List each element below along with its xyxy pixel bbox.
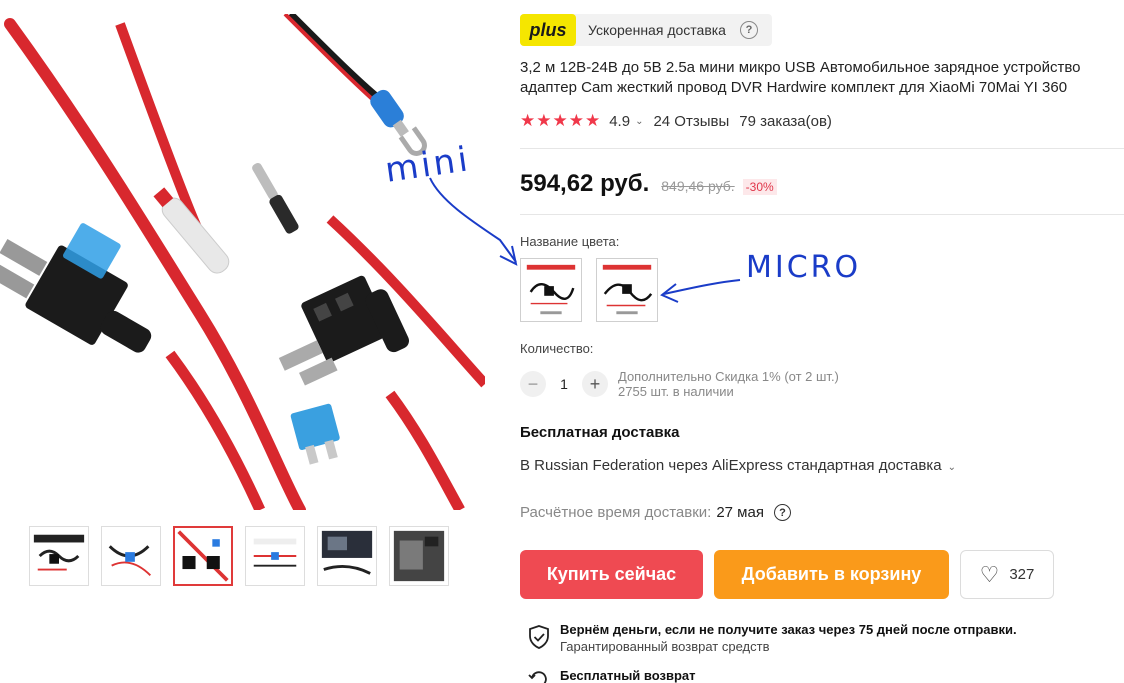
thumbnail-strip [29, 526, 449, 586]
return-icon [528, 671, 547, 683]
quantity-decrease-button[interactable]: − [520, 371, 546, 397]
rating-stars-icon: ★★★★★ [520, 111, 602, 130]
thumbnail-6[interactable] [389, 526, 449, 586]
thumbnail-1[interactable] [29, 526, 89, 586]
orders-count: 79 заказа(ов) [739, 112, 832, 130]
quantity-stepper: − 1 + Дополнительно Скидка 1% (от 2 шт.)… [520, 369, 839, 399]
shipping-method-text: В Russian Federation через AliExpress ст… [520, 457, 942, 474]
buyer-protection: Вернём деньги, если не получите заказ че… [528, 622, 1017, 654]
annotation-micro-text: MICRO [746, 250, 862, 285]
rating-row: ★★★★★ 4.9 ⌄ 24 Отзывы 79 заказа(ов) [520, 111, 832, 131]
plus-banner[interactable]: plus Ускоренная доставка ? [520, 14, 772, 46]
product-title: 3,2 м 12В-24В до 5В 2.5a мини микро USB … [520, 59, 1081, 96]
thumbnail-5[interactable] [317, 526, 377, 586]
thumbnail-2[interactable] [101, 526, 161, 586]
divider [520, 148, 1124, 149]
old-price: 849,46 руб. [661, 178, 735, 194]
bulk-discount-note: Дополнительно Скидка 1% (от 2 шт.) [618, 369, 839, 384]
chevron-down-icon[interactable]: ⌄ [635, 116, 643, 127]
product-info: plus Ускоренная доставка ? 3,2 м 12В-24В… [520, 0, 1124, 683]
stock-note: 2755 шт. в наличии [618, 384, 734, 399]
shipping-method[interactable]: В Russian Federation через AliExpress ст… [520, 457, 956, 474]
chevron-down-icon: ⌄ [947, 462, 956, 473]
quantity-notes: Дополнительно Скидка 1% (от 2 шт.) 2755 … [618, 369, 839, 399]
add-to-cart-button[interactable]: Добавить в корзину [714, 550, 949, 599]
wishlist-button[interactable]: ♡ 327 [960, 550, 1054, 599]
help-icon[interactable]: ? [739, 21, 758, 39]
price-row: 594,62 руб. 849,46 руб. -30% [520, 170, 777, 198]
color-label: Название цвета: [520, 234, 620, 249]
delivery-estimate: Расчётное время доставки: 27 мая ? [520, 504, 791, 521]
eta-label: Расчётное время доставки: [520, 504, 712, 521]
color-option-mini[interactable] [520, 258, 582, 322]
plus-delivery-text: Ускоренная доставка [588, 22, 726, 38]
free-return-title: Бесплатный возврат [560, 668, 696, 683]
reviews-link[interactable]: 24 Отзывы [653, 113, 729, 130]
guarantee-subtitle: Гарантированный возврат средств [560, 639, 770, 654]
buy-now-button[interactable]: Купить сейчас [520, 550, 703, 599]
quantity-increase-button[interactable]: + [582, 371, 608, 397]
help-icon[interactable]: ? [773, 504, 791, 521]
quantity-label: Количество: [520, 341, 594, 356]
eta-date: 27 мая [716, 504, 764, 521]
color-option-micro[interactable] [596, 258, 658, 322]
quantity-value[interactable]: 1 [546, 376, 582, 392]
current-price: 594,62 руб. [520, 170, 650, 197]
thumbnail-3[interactable] [173, 526, 233, 586]
wishlist-count: 327 [1009, 566, 1035, 583]
rating-value: 4.9 [609, 112, 631, 130]
shipping-title: Бесплатная доставка [520, 424, 680, 441]
divider [520, 214, 1124, 215]
main-product-image[interactable] [0, 14, 485, 510]
wires-and-fuse-taps-illustration [0, 14, 485, 510]
color-swatches [520, 258, 658, 322]
free-return: Бесплатный возврат [528, 668, 695, 683]
discount-badge: -30% [742, 179, 777, 195]
plus-badge: plus [520, 14, 576, 46]
thumbnail-4[interactable] [245, 526, 305, 586]
heart-icon: ♡ [979, 561, 1000, 587]
shield-check-icon [529, 625, 549, 649]
guarantee-title: Вернём деньги, если не получите заказ че… [560, 622, 1017, 637]
